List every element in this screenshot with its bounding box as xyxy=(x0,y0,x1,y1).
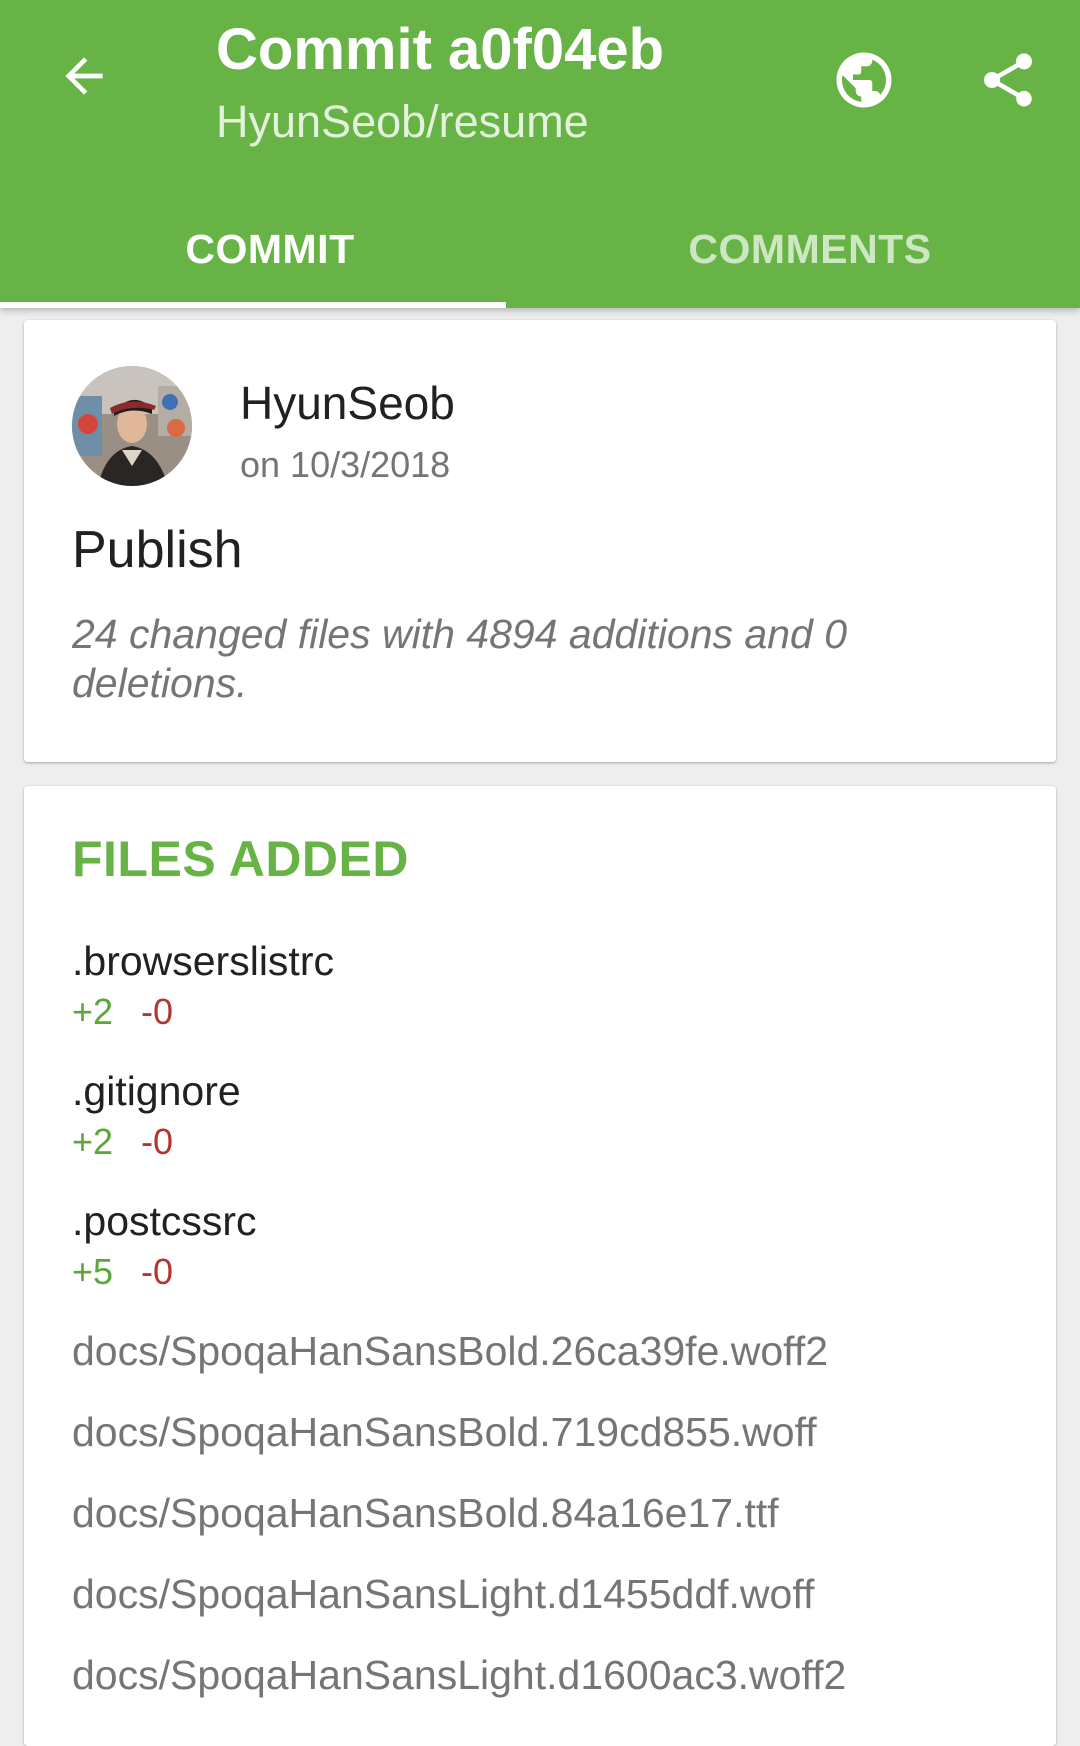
app-bar: Commit a0f04eb HyunSeob/resume COMMIT CO… xyxy=(0,0,1080,308)
globe-icon xyxy=(836,52,892,108)
file-additions: +5 xyxy=(72,1251,114,1292)
share-icon xyxy=(984,53,1032,107)
binary-file-item[interactable]: docs/SpoqaHanSansBold.26ca39fe.woff2 xyxy=(72,1326,1032,1407)
back-button[interactable] xyxy=(48,40,120,112)
commit-message: Publish xyxy=(72,521,243,579)
tab-indicator xyxy=(0,302,506,308)
file-name: .postcssrc xyxy=(72,1198,257,1244)
tab-bar: COMMIT COMMENTS xyxy=(0,190,1080,308)
file-stats: +2 -0 xyxy=(72,1120,1032,1164)
file-stats: +5 -0 xyxy=(72,1250,1032,1294)
files-added-heading: FILES ADDED xyxy=(72,831,409,887)
file-additions: +2 xyxy=(72,1121,114,1162)
page-title: Commit a0f04eb xyxy=(216,17,665,82)
file-deletions: -0 xyxy=(141,1251,174,1292)
file-name: .browserslistrc xyxy=(72,938,334,984)
file-list: .browserslistrc +2 -0 .gitignore +2 -0 .po… xyxy=(72,936,1032,1731)
tab-comments[interactable]: COMMENTS xyxy=(540,190,1080,308)
binary-file-item[interactable]: docs/SpoqaHanSansLight.d1455ddf.woff xyxy=(72,1569,1032,1650)
avatar-photo xyxy=(72,366,192,486)
open-in-browser-button[interactable] xyxy=(826,42,902,118)
file-deletions: -0 xyxy=(141,1121,174,1162)
tab-commit-label: COMMIT xyxy=(185,225,355,272)
file-item[interactable]: .postcssrc +5 -0 xyxy=(72,1196,1032,1326)
arrow-back-icon xyxy=(65,57,103,95)
author-name[interactable]: HyunSeob xyxy=(240,376,455,430)
files-card: FILES ADDED .browserslistrc +2 -0 .gitign… xyxy=(24,786,1056,1746)
file-item[interactable]: .browserslistrc +2 -0 xyxy=(72,936,1032,1066)
binary-file-item[interactable]: docs/SpoqaHanSansLight.d1600ac3.woff2 xyxy=(72,1650,1032,1731)
commit-summary: 24 changed files with 4894 additions and… xyxy=(72,611,848,706)
binary-file-item[interactable]: docs/SpoqaHanSansBold.84a16e17.ttf xyxy=(72,1488,1032,1569)
file-name: .gitignore xyxy=(72,1068,241,1114)
tab-comments-label: COMMENTS xyxy=(688,225,932,272)
avatar[interactable] xyxy=(72,366,192,486)
file-stats: +2 -0 xyxy=(72,990,1032,1034)
share-button[interactable] xyxy=(970,42,1046,118)
commit-date: on 10/3/2018 xyxy=(240,444,451,485)
file-additions: +2 xyxy=(72,991,114,1032)
file-deletions: -0 xyxy=(141,991,174,1032)
binary-file-item[interactable]: docs/SpoqaHanSansBold.719cd855.woff xyxy=(72,1407,1032,1488)
tab-commit[interactable]: COMMIT xyxy=(0,190,540,308)
repo-subtitle[interactable]: HyunSeob/resume xyxy=(216,96,589,148)
file-item[interactable]: .gitignore +2 -0 xyxy=(72,1066,1032,1196)
commit-card: HyunSeob on 10/3/2018 Publish 24 changed… xyxy=(24,320,1056,762)
